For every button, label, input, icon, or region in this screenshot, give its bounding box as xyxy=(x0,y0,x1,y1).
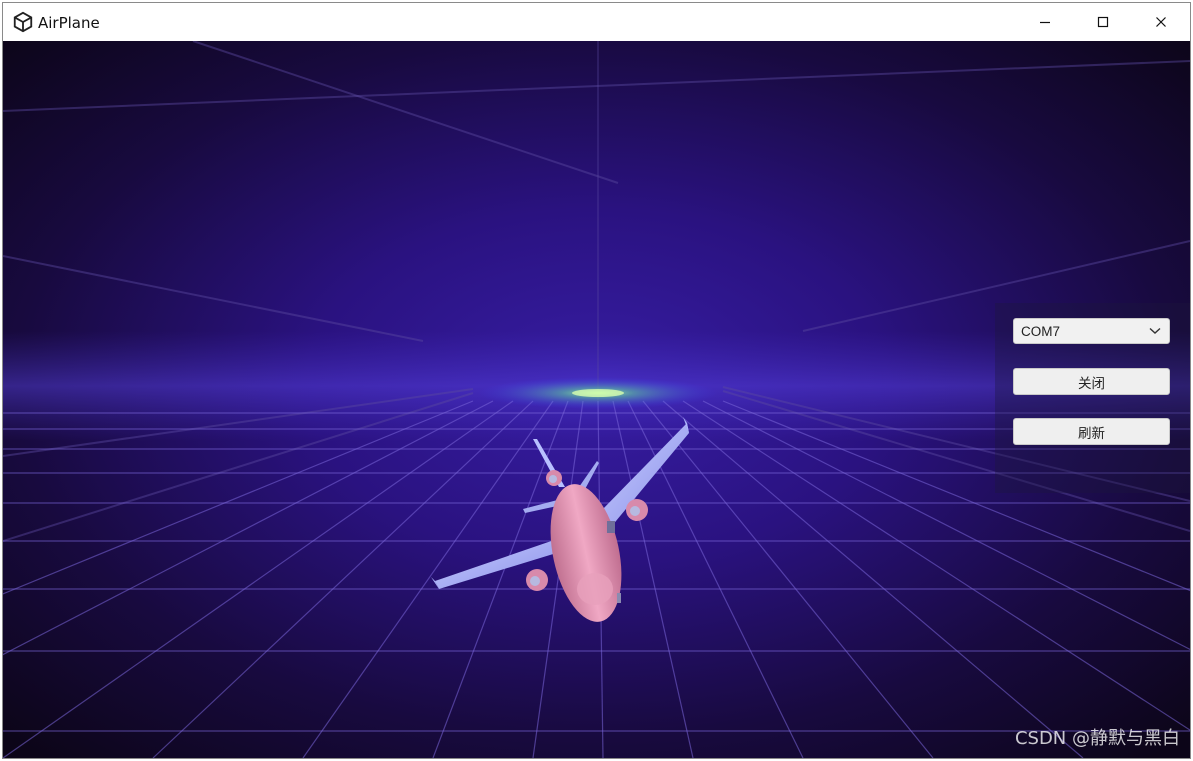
minimize-button[interactable] xyxy=(1016,3,1074,41)
maximize-button[interactable] xyxy=(1074,3,1132,41)
app-window: AirPlane COM7 关闭 刷新 CSDN @静默与黑白 xyxy=(2,2,1191,759)
close-icon xyxy=(1156,17,1166,27)
close-window-button[interactable] xyxy=(1132,3,1190,41)
watermark-text: CSDN @静默与黑白 xyxy=(1014,728,1180,749)
com-port-value: COM7 xyxy=(1021,324,1061,339)
com-port-dropdown[interactable]: COM7 xyxy=(1013,318,1170,344)
refresh-button[interactable]: 刷新 xyxy=(1013,418,1170,445)
close-port-button[interactable]: 关闭 xyxy=(1013,368,1170,395)
unity-logo-icon xyxy=(13,11,33,33)
chevron-down-icon xyxy=(1149,327,1161,334)
maximize-icon xyxy=(1097,16,1109,28)
minimize-icon xyxy=(1040,21,1050,24)
3d-viewport[interactable]: COM7 关闭 刷新 CSDN @静默与黑白 xyxy=(3,41,1190,758)
title-bar[interactable]: AirPlane xyxy=(3,3,1190,41)
window-title: AirPlane xyxy=(38,14,100,32)
